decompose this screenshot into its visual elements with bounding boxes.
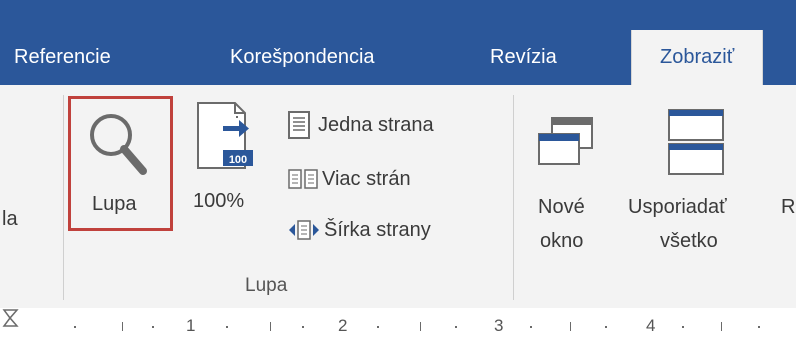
ruler-dot <box>152 326 154 328</box>
new-window-label-line1: Nové <box>538 196 585 218</box>
arrange-all-label-line2: všetko <box>660 230 718 252</box>
ruler-number: 2 <box>338 316 348 335</box>
ruler-tick <box>570 322 571 331</box>
zoom-100-label: 100% <box>193 190 245 212</box>
new-window-label-line2: okno <box>540 230 584 252</box>
ribbon-panel: la Lupa 100 100% Jedna strana Viac strán… <box>0 85 796 309</box>
multiple-pages-icon <box>288 169 318 189</box>
new-window-button[interactable]: Nové okno <box>528 96 608 266</box>
page-width-label: Šírka strany <box>324 218 431 241</box>
group-separator <box>63 95 64 300</box>
ruler-number: 1 <box>186 316 196 335</box>
one-page-icon <box>288 111 310 139</box>
ruler-dot <box>605 326 607 328</box>
tab-korespondencia[interactable]: Korešpondencia <box>230 30 375 85</box>
ruler-dot <box>682 326 684 328</box>
indent-marker-icon[interactable] <box>0 308 30 328</box>
group-label-lupa: Lupa <box>245 275 288 296</box>
ruler-tick <box>721 322 722 331</box>
multiple-pages-label: Viac strán <box>322 167 411 190</box>
zoom-100-icon-text: 100 <box>228 154 248 166</box>
ruler-tick <box>420 322 421 331</box>
title-bar <box>0 0 796 30</box>
zoom-button[interactable]: Lupa <box>68 96 173 231</box>
zoom-button-label: Lupa <box>92 193 137 215</box>
partial-button-label[interactable]: la <box>2 208 18 231</box>
page-width-icon <box>289 220 319 240</box>
tab-revizia[interactable]: Revízia <box>490 30 557 85</box>
ruler-number: 4 <box>646 316 656 335</box>
tab-zobrazit[interactable]: Zobraziť <box>631 30 764 86</box>
ruler-dot <box>226 326 228 328</box>
ruler-dot <box>74 326 76 328</box>
ribbon-tab-bar: Referencie Korešpondencia Revízia Zobraz… <box>0 30 796 86</box>
page-width-button[interactable]: Šírka strany <box>288 215 431 245</box>
ruler-dot <box>455 326 457 328</box>
arrange-all-label-line1: Usporiadať <box>628 196 727 218</box>
multiple-pages-button[interactable]: Viac strán <box>288 164 411 194</box>
arrange-all-button[interactable]: Usporiadať všetko <box>628 96 763 266</box>
one-page-label: Jedna strana <box>318 113 434 136</box>
arrange-all-icon <box>668 109 724 175</box>
ruler-dot <box>530 326 532 328</box>
tab-referencie[interactable]: Referencie <box>14 30 111 85</box>
ruler-dot <box>377 326 379 328</box>
ruler-dot <box>302 326 304 328</box>
zoom-100-button[interactable]: 100 100% <box>188 96 268 226</box>
ruler-tick <box>270 322 271 331</box>
new-window-icon <box>538 117 593 165</box>
partial-next-button-label[interactable]: R <box>781 196 795 219</box>
one-page-button[interactable]: Jedna strana <box>288 110 434 140</box>
group-separator <box>513 95 514 300</box>
horizontal-ruler[interactable]: 1 2 3 4 <box>0 308 796 345</box>
magnifier-icon <box>90 114 147 175</box>
ruler-tick <box>122 322 123 331</box>
ruler-number: 3 <box>494 316 504 335</box>
ruler-dot <box>758 326 760 328</box>
